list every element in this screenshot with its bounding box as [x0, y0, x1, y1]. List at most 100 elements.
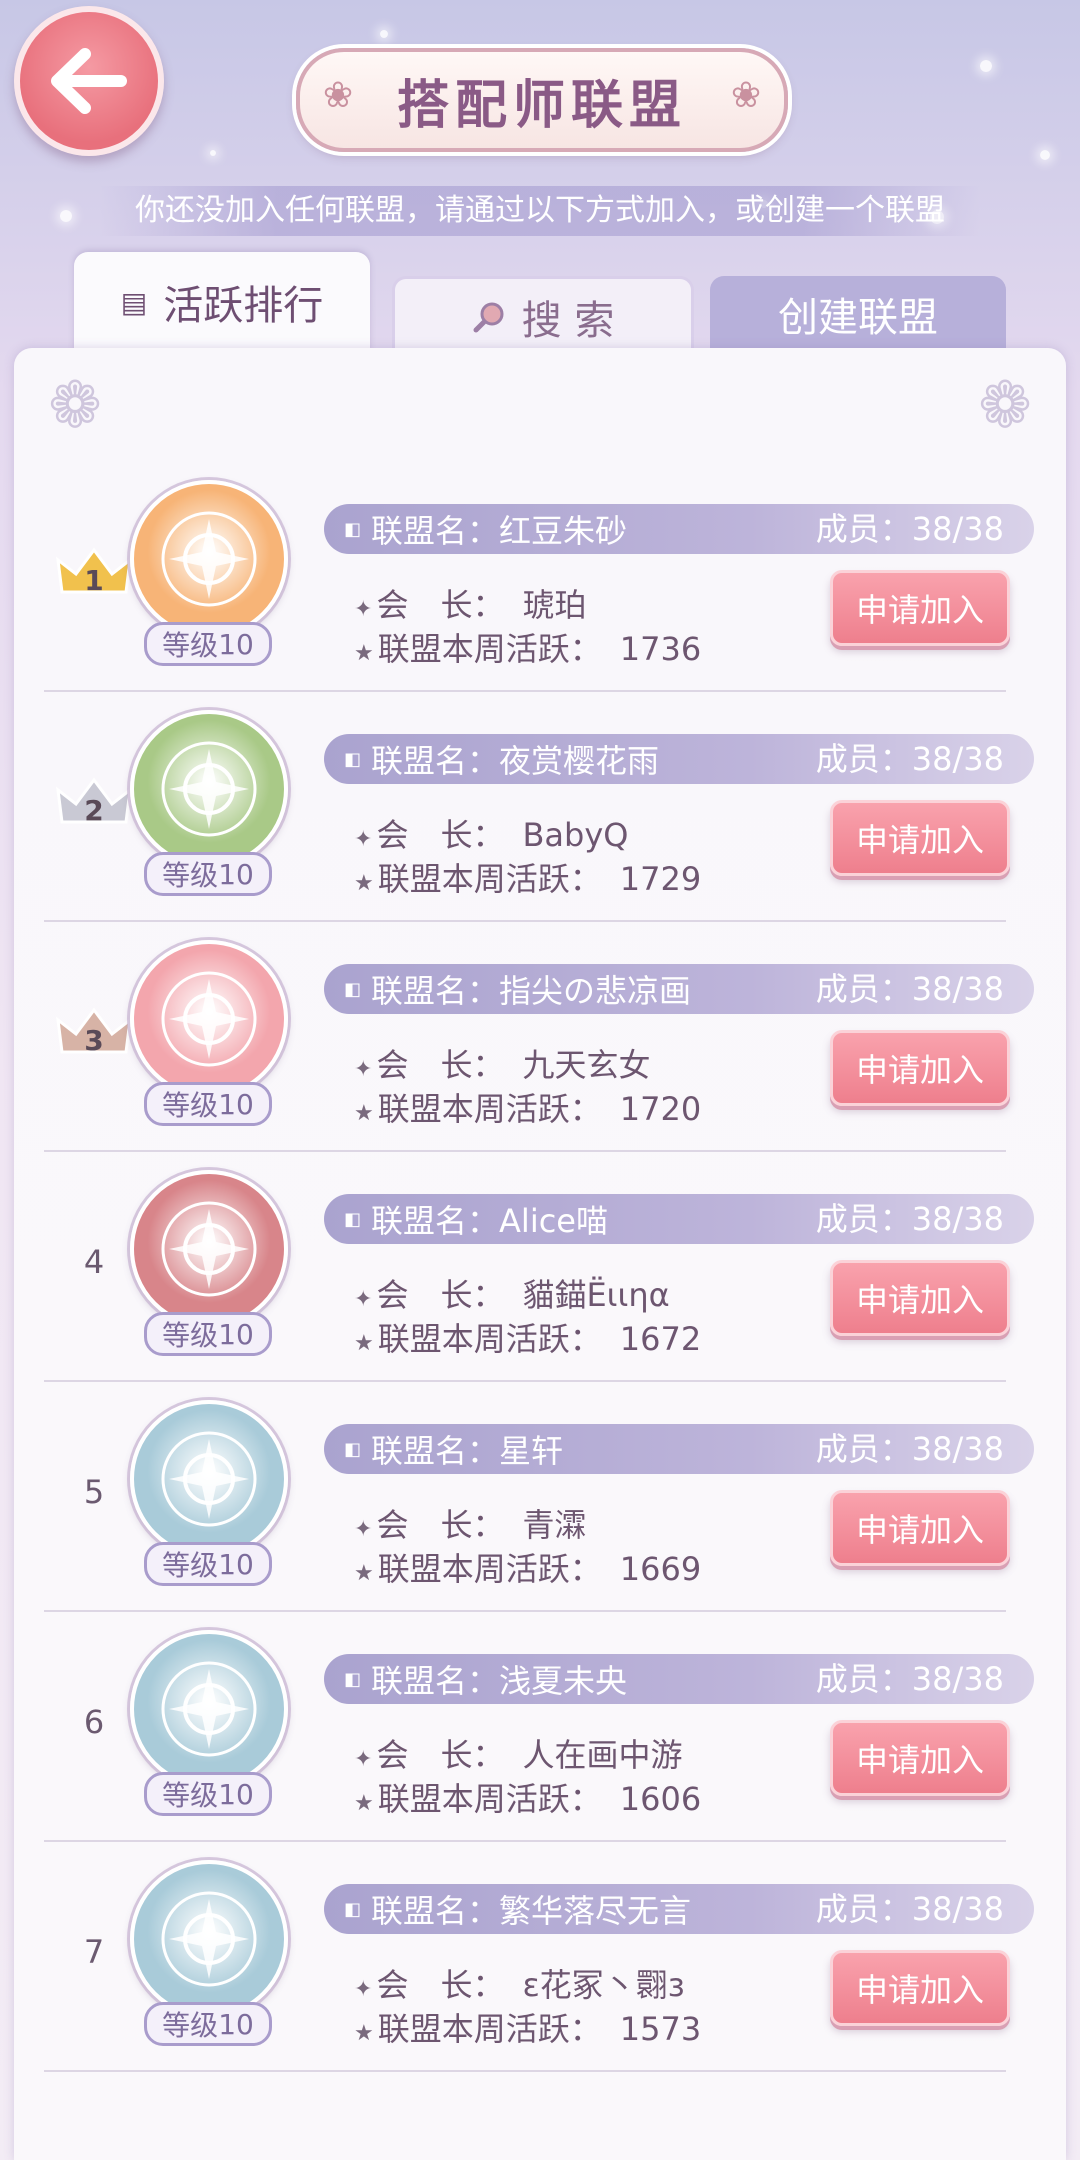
join-button[interactable]: 申请加入	[830, 1720, 1010, 1796]
list-item[interactable]: 5 等级 10 ◧ 联盟名： 星轩 成员：38/38 ✦ 会 长： 青瀮 ★ 联…	[14, 1382, 1066, 1612]
rank-badge: 4	[54, 1232, 134, 1292]
list-item[interactable]: 4 等级 10 ◧ 联盟名： Alice喵 成员：38/38 ✦ 会 长： 貓錨Ëιιη…	[14, 1152, 1066, 1382]
leader-name: 青瀮	[522, 1506, 587, 1544]
level-value: 10	[218, 1777, 254, 1811]
leader-label: 会 长：	[376, 1736, 505, 1774]
members-prefix: 成员：	[815, 1430, 912, 1468]
ornament-emblem-icon	[130, 710, 288, 868]
page-subtitle: 你还没加入任何联盟，请通过以下方式加入，或创建一个联盟	[100, 186, 980, 236]
alliance-name-bar: ◧ 联盟名： 繁华落尽无言 成员：38/38	[324, 1884, 1034, 1934]
join-button[interactable]: 申请加入	[830, 1950, 1010, 2026]
sparkle-icon: ✦	[354, 1287, 373, 1312]
level-badge: 等级 10	[144, 2002, 272, 2046]
join-button[interactable]: 申请加入	[830, 1260, 1010, 1336]
join-label: 申请加入	[855, 821, 984, 859]
sparkle-icon: ✦	[354, 1517, 373, 1542]
members-prefix: 成员：	[815, 970, 912, 1008]
members-prefix: 成员：	[815, 740, 912, 778]
book-icon: ◧	[344, 518, 362, 540]
level-badge: 等级 10	[144, 852, 272, 896]
join-label: 申请加入	[855, 1051, 984, 1089]
rank-number: 2	[84, 793, 104, 827]
leader-name: ε花冢丶翾з	[522, 1966, 685, 2004]
members-prefix: 成员：	[815, 1200, 912, 1238]
book-icon: ◧	[344, 1898, 362, 1920]
join-button[interactable]: 申请加入	[830, 570, 1010, 646]
tab-create-alliance[interactable]: 创建联盟	[710, 276, 1006, 352]
leader-label: 会 长：	[376, 816, 505, 854]
member-count: 成员：38/38	[816, 504, 1004, 554]
swan-emblem-icon	[130, 1860, 288, 2018]
leader-line: ✦ 会 长： 人在画中游	[354, 1730, 682, 1776]
member-count: 成员：38/38	[816, 1884, 1004, 1934]
members-value: 38/38	[911, 1200, 1004, 1238]
level-badge: 等级 10	[144, 622, 272, 666]
book-icon: ◧	[344, 748, 362, 770]
join-button[interactable]: 申请加入	[830, 800, 1010, 876]
alliance-name: 浅夏未央	[499, 1662, 628, 1700]
members-value: 38/38	[911, 510, 1004, 548]
members-value: 38/38	[911, 1430, 1004, 1468]
list-item[interactable]: 2 等级 10 ◧ 联盟名： 夜赏樱花雨 成员：38/38 ✦ 会 长： BabyQ	[14, 692, 1066, 922]
activity-label: 联盟本周活跃：	[377, 1320, 602, 1358]
members-value: 38/38	[911, 740, 1004, 778]
activity-label: 联盟本周活跃：	[377, 2010, 602, 2048]
leader-name: BabyQ	[522, 816, 629, 854]
tab-label: 搜 索	[521, 298, 615, 344]
name-prefix: 联盟名：	[371, 972, 500, 1010]
sparkle	[380, 30, 388, 38]
arrow-left-icon	[51, 48, 127, 114]
alliance-name: 繁华落尽无言	[499, 1892, 692, 1930]
leader-name: 貓錨Ëιιηα	[522, 1276, 670, 1314]
rose-corner-icon: ❁	[48, 369, 102, 443]
activity-line: ★ 联盟本周活跃： 1669	[354, 1544, 701, 1590]
list-item[interactable]: 1 等级 10 ◧ 联盟名： 红豆朱砂 成员：38/38 ✦ 会 长： 琥珀 ★…	[14, 462, 1066, 692]
name-prefix: 联盟名：	[371, 1662, 500, 1700]
activity-label: 联盟本周活跃：	[377, 1550, 602, 1588]
list-item[interactable]: 6 等级 10 ◧ 联盟名： 浅夏未央 成员：38/38 ✦ 会 长： 人在画中游	[14, 1612, 1066, 1842]
join-label: 申请加入	[855, 1281, 984, 1319]
activity-label: 联盟本周活跃：	[377, 630, 602, 668]
list-item[interactable]: 7 等级 10 ◧ 联盟名： 繁华落尽无言 成员：38/38 ✦ 会 长： ε花冢丶翾з	[14, 1842, 1066, 2072]
name-prefix: 联盟名：	[371, 512, 500, 550]
list-item[interactable]: 3 等级 10 ◧ 联盟名： 指尖の悲凉画 成员：38/38 ✦ 会 长： 九天玄女	[14, 922, 1066, 1152]
swan-emblem-icon	[130, 1400, 288, 1558]
tab-activity-ranking[interactable]: ▤ 活跃排行	[74, 252, 370, 352]
star-icon: ★	[354, 2021, 374, 2046]
join-label: 申请加入	[855, 1971, 984, 2009]
join-button[interactable]: 申请加入	[830, 1030, 1010, 1106]
tab-label: 创建联盟	[778, 295, 938, 341]
join-label: 申请加入	[855, 1511, 984, 1549]
emblem-pattern	[161, 1891, 257, 1987]
members-value: 38/38	[911, 1660, 1004, 1698]
star-icon: ★	[354, 871, 374, 896]
leader-line: ✦ 会 长： 貓錨Ëιιηα	[354, 1270, 670, 1316]
members-value: 38/38	[911, 1890, 1004, 1928]
emblem-pattern	[161, 971, 257, 1067]
activity-label: 联盟本周活跃：	[377, 1780, 602, 1818]
alliance-name: 红豆朱砂	[499, 512, 628, 550]
name-prefix: 联盟名：	[371, 742, 500, 780]
leader-label: 会 长：	[376, 1506, 505, 1544]
level-prefix: 等级	[162, 1779, 219, 1812]
activity-line: ★ 联盟本周活跃： 1606	[354, 1774, 701, 1820]
activity-value: 1729	[619, 860, 702, 898]
rose-corner-icon: ❁	[978, 369, 1032, 443]
tab-search[interactable]: 搜 索	[392, 276, 694, 355]
sparkle-icon: ✦	[354, 1977, 373, 2002]
back-button[interactable]	[14, 6, 164, 156]
alliance-name-bar: ◧ 联盟名： 夜赏樱花雨 成员：38/38	[324, 734, 1034, 784]
level-prefix: 等级	[162, 859, 219, 892]
alliance-name: 夜赏樱花雨	[499, 742, 660, 780]
activity-line: ★ 联盟本周活跃： 1672	[354, 1314, 701, 1360]
activity-label: 联盟本周活跃：	[377, 1090, 602, 1128]
members-value: 38/38	[911, 970, 1004, 1008]
rank-number: 5	[83, 1473, 105, 1511]
sparkle	[1040, 150, 1050, 160]
members-prefix: 成员：	[815, 1660, 912, 1698]
level-badge: 等级 10	[144, 1312, 272, 1356]
level-value: 10	[218, 627, 254, 661]
page-title-plate: ❀ 搭配师联盟 ❀	[296, 48, 788, 152]
members-prefix: 成员：	[815, 510, 912, 548]
join-button[interactable]: 申请加入	[830, 1490, 1010, 1566]
